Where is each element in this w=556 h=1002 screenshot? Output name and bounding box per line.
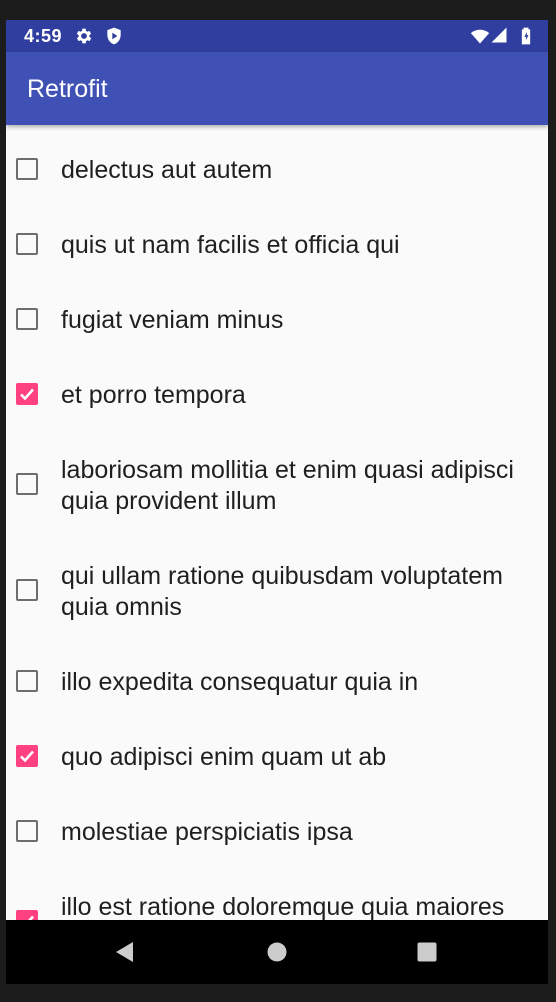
list-item[interactable]: delectus aut autem	[6, 125, 548, 200]
checkbox[interactable]	[16, 910, 38, 920]
home-icon[interactable]	[265, 940, 289, 964]
signal-icon	[490, 26, 510, 46]
list-item[interactable]: et porro tempora	[6, 350, 548, 425]
shield-icon	[104, 26, 124, 46]
gear-icon	[74, 26, 94, 46]
checkbox[interactable]	[16, 820, 38, 842]
list-item[interactable]: quo adipisci enim quam ut ab	[6, 712, 548, 787]
list-item[interactable]: molestiae perspiciatis ipsa	[6, 787, 548, 862]
list-item[interactable]: illo est ratione doloremque quia maiores	[6, 862, 548, 920]
device-screen: 4:59 Retrofit delectus aut autem quis ut…	[6, 20, 548, 984]
item-label: molestiae perspiciatis ipsa	[61, 818, 353, 846]
navigation-bar	[6, 920, 548, 984]
checkbox[interactable]	[16, 473, 38, 495]
checkbox[interactable]	[16, 383, 38, 405]
item-label: fugiat veniam minus	[61, 306, 284, 334]
status-time: 4:59	[24, 26, 63, 46]
wifi-icon	[470, 26, 490, 46]
item-label: illo est ratione doloremque quia maiores	[61, 893, 505, 920]
check-icon	[20, 388, 34, 401]
battery-icon	[516, 26, 536, 46]
checkbox[interactable]	[16, 158, 38, 180]
checkbox[interactable]	[16, 579, 38, 601]
item-label: qui ullam ratione quibusdam voluptatem q…	[61, 562, 503, 621]
check-icon	[20, 750, 34, 763]
page-title: Retrofit	[27, 75, 108, 103]
back-icon[interactable]	[113, 940, 137, 964]
list-item[interactable]: qui ullam ratione quibusdam voluptatem q…	[6, 531, 548, 637]
list-item[interactable]: illo expedita consequatur quia in	[6, 637, 548, 712]
item-label: quo adipisci enim quam ut ab	[61, 743, 387, 771]
checkbox[interactable]	[16, 233, 38, 255]
checkbox[interactable]	[16, 308, 38, 330]
app-bar: Retrofit	[6, 52, 548, 125]
item-label: delectus aut autem	[61, 156, 273, 184]
list-item[interactable]: quis ut nam facilis et officia qui	[6, 200, 548, 275]
todo-list[interactable]: delectus aut autem quis ut nam facilis e…	[6, 125, 548, 920]
item-label: laboriosam mollitia et enim quasi adipis…	[61, 456, 514, 515]
item-label: illo expedita consequatur quia in	[61, 668, 419, 696]
recents-icon[interactable]	[415, 940, 439, 964]
item-label: quis ut nam facilis et officia qui	[61, 231, 400, 259]
status-bar: 4:59	[6, 20, 548, 52]
checkbox[interactable]	[16, 670, 38, 692]
checkbox[interactable]	[16, 745, 38, 767]
list-item[interactable]: laboriosam mollitia et enim quasi adipis…	[6, 425, 548, 531]
check-icon	[28, 915, 34, 920]
list-item[interactable]: fugiat veniam minus	[6, 275, 548, 350]
item-label: et porro tempora	[61, 381, 246, 409]
